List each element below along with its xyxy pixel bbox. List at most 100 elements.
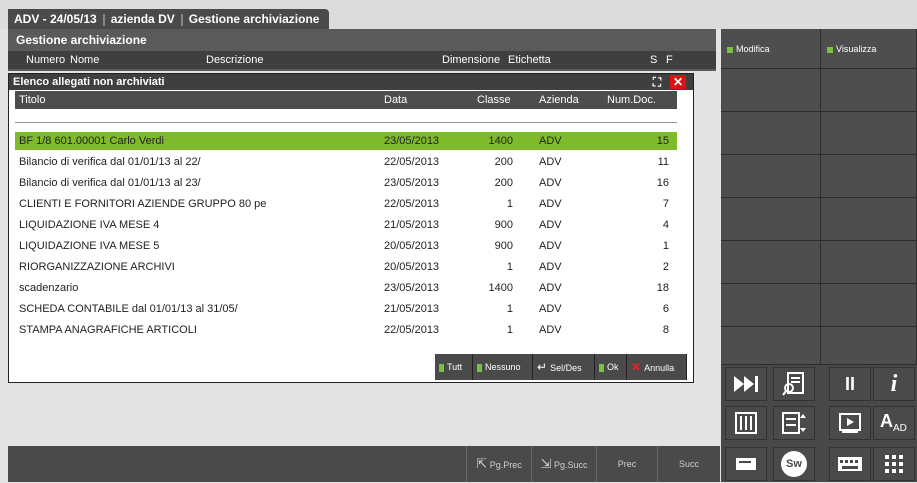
- table-row[interactable]: CLIENTI E FORNITORI AZIENDE GRUPPO 80 pe…: [15, 195, 677, 213]
- search-document-icon[interactable]: [773, 367, 815, 401]
- cell-azienda: ADV: [539, 219, 562, 231]
- ok-button[interactable]: Ok: [595, 354, 627, 380]
- function-key-empty[interactable]: [821, 327, 917, 365]
- cell-azienda: ADV: [539, 282, 562, 294]
- green-marker-icon: [599, 363, 604, 372]
- tab-company-date: ADV - 24/05/13: [14, 12, 97, 26]
- page-next-button[interactable]: ⇲ Pg.Succ: [531, 446, 596, 482]
- cell-titolo: LIQUIDAZIONE IVA MESE 5: [19, 240, 160, 252]
- next-button[interactable]: Succ: [657, 446, 720, 482]
- function-key-empty[interactable]: [821, 198, 917, 241]
- cell-azienda: ADV: [539, 324, 562, 336]
- cell-numdoc: 7: [662, 198, 669, 210]
- table-row[interactable]: LIQUIDAZIONE IVA MESE 4 21/05/2013 900 A…: [15, 216, 677, 234]
- cancel-label: Annulla: [644, 363, 675, 373]
- col-titolo[interactable]: Titolo: [19, 91, 46, 109]
- col-classe[interactable]: Classe: [477, 91, 511, 109]
- grid-icon[interactable]: [873, 447, 915, 481]
- page-next-label: Pg.Succ: [553, 460, 588, 470]
- keyboard-icon[interactable]: [829, 447, 871, 481]
- visualizza-button[interactable]: Visualizza: [821, 29, 917, 69]
- green-marker-icon: [827, 46, 833, 53]
- prev-button[interactable]: Prec: [596, 446, 657, 482]
- table-row[interactable]: Bilancio di verifica dal 01/01/13 al 23/…: [15, 174, 677, 192]
- pause-icon[interactable]: II: [829, 367, 871, 401]
- list-column-header: Titolo Data Classe Azienda Num.Doc.: [15, 91, 677, 109]
- cancel-button[interactable]: ✕ Annulla: [627, 354, 687, 380]
- columns-icon[interactable]: [725, 406, 767, 440]
- table-row[interactable]: SCHEDA CONTABILE dal 01/01/13 al 31/05/ …: [15, 300, 677, 318]
- function-key-empty[interactable]: [821, 241, 917, 284]
- note-icon[interactable]: [725, 447, 767, 481]
- cell-data: 21/05/2013: [384, 219, 440, 231]
- cell-data: 20/05/2013: [384, 240, 440, 252]
- cell-classe: 1: [506, 261, 513, 273]
- cell-data: 22/05/2013: [384, 156, 440, 168]
- cell-titolo: STAMPA ANAGRAFICHE ARTICOLI: [19, 324, 197, 336]
- sort-icon[interactable]: [773, 406, 815, 440]
- function-key-empty[interactable]: [721, 112, 821, 155]
- cell-classe: 1: [506, 198, 513, 210]
- cell-titolo: Bilancio di verifica dal 01/01/13 al 23/: [19, 177, 201, 189]
- cell-titolo: RIORGANIZZAZIONE ARCHIVI: [19, 261, 175, 273]
- select-none-label: Nessuno: [485, 362, 521, 372]
- page-prev-button[interactable]: ⇱ Pg.Prec: [466, 446, 531, 482]
- cell-classe: 1400: [488, 135, 513, 147]
- window-tab[interactable]: ADV - 24/05/13 azienda DV Gestione archivi…: [8, 9, 330, 29]
- green-marker-icon: [439, 363, 444, 372]
- function-key-empty[interactable]: [821, 284, 917, 327]
- font-icon[interactable]: A AD: [873, 406, 915, 440]
- header-divider: [15, 122, 677, 123]
- function-key-empty[interactable]: [721, 198, 821, 241]
- function-key-empty[interactable]: [821, 112, 917, 155]
- table-row[interactable]: STAMPA ANAGRAFICHE ARTICOLI 22/05/2013 1…: [15, 321, 677, 339]
- preview-icon[interactable]: [829, 406, 871, 440]
- info-icon[interactable]: i: [873, 367, 915, 401]
- cell-azienda: ADV: [539, 198, 562, 210]
- col-numdoc[interactable]: Num.Doc.: [607, 91, 656, 109]
- close-icon[interactable]: ✕: [670, 75, 686, 89]
- modifica-button[interactable]: Modifica: [721, 29, 821, 69]
- table-row[interactable]: BF 1/8 601.00001 Carlo Verdi 23/05/2013 …: [15, 132, 677, 150]
- select-none-button[interactable]: Nessuno: [473, 354, 533, 380]
- col-azienda[interactable]: Azienda: [539, 91, 579, 109]
- dialog-title: Elenco allegati non archiviati: [13, 76, 165, 88]
- select-all-label: Tutt: [447, 362, 463, 372]
- function-key-empty[interactable]: [721, 327, 821, 365]
- table-row[interactable]: scadenzario 23/05/2013 1400 ADV 18: [15, 279, 677, 297]
- cell-numdoc: 4: [662, 219, 669, 231]
- function-key-empty[interactable]: [721, 69, 821, 112]
- cell-data: 23/05/2013: [384, 177, 440, 189]
- cell-classe: 1: [506, 303, 513, 315]
- function-key-empty[interactable]: [721, 241, 821, 284]
- green-marker-icon: [477, 363, 482, 372]
- cell-numdoc: 16: [656, 177, 669, 189]
- table-row[interactable]: Bilancio di verifica dal 01/01/13 al 22/…: [15, 153, 677, 171]
- toggle-selection-button[interactable]: ↵ Sel/Des: [533, 354, 595, 380]
- cell-data: 21/05/2013: [384, 303, 440, 315]
- col-etichetta: Etichetta: [508, 54, 551, 66]
- cell-classe: 200: [494, 156, 513, 168]
- page-prev-label: Pg.Prec: [489, 460, 522, 470]
- visualizza-label: Visualizza: [836, 44, 877, 54]
- function-key-panel: Modifica Visualizza II i A AD Sw: [721, 29, 917, 482]
- cell-numdoc: 11: [657, 156, 669, 168]
- table-row[interactable]: RIORGANIZZAZIONE ARCHIVI 20/05/2013 1 AD…: [15, 258, 677, 276]
- function-key-empty[interactable]: [821, 155, 917, 198]
- function-key-empty[interactable]: [821, 69, 917, 112]
- cell-numdoc: 1: [662, 240, 669, 252]
- cell-classe: 900: [494, 240, 513, 252]
- sw-icon[interactable]: Sw: [773, 447, 815, 481]
- maximize-icon[interactable]: ⛶: [649, 75, 665, 89]
- col-data[interactable]: Data: [384, 91, 407, 109]
- function-key-empty[interactable]: [721, 155, 821, 198]
- col-s: S: [650, 54, 658, 66]
- cancel-x-icon: ✕: [631, 360, 642, 374]
- select-all-button[interactable]: Tutt: [435, 354, 473, 380]
- table-row[interactable]: LIQUIDAZIONE IVA MESE 5 20/05/2013 900 A…: [15, 237, 677, 255]
- function-key-empty[interactable]: [721, 284, 821, 327]
- bottom-bar: ⇱ Pg.Prec ⇲ Pg.Succ Prec Succ: [8, 446, 720, 482]
- cell-classe: 900: [494, 219, 513, 231]
- fast-forward-icon[interactable]: [725, 367, 767, 401]
- cell-data: 23/05/2013: [384, 282, 440, 294]
